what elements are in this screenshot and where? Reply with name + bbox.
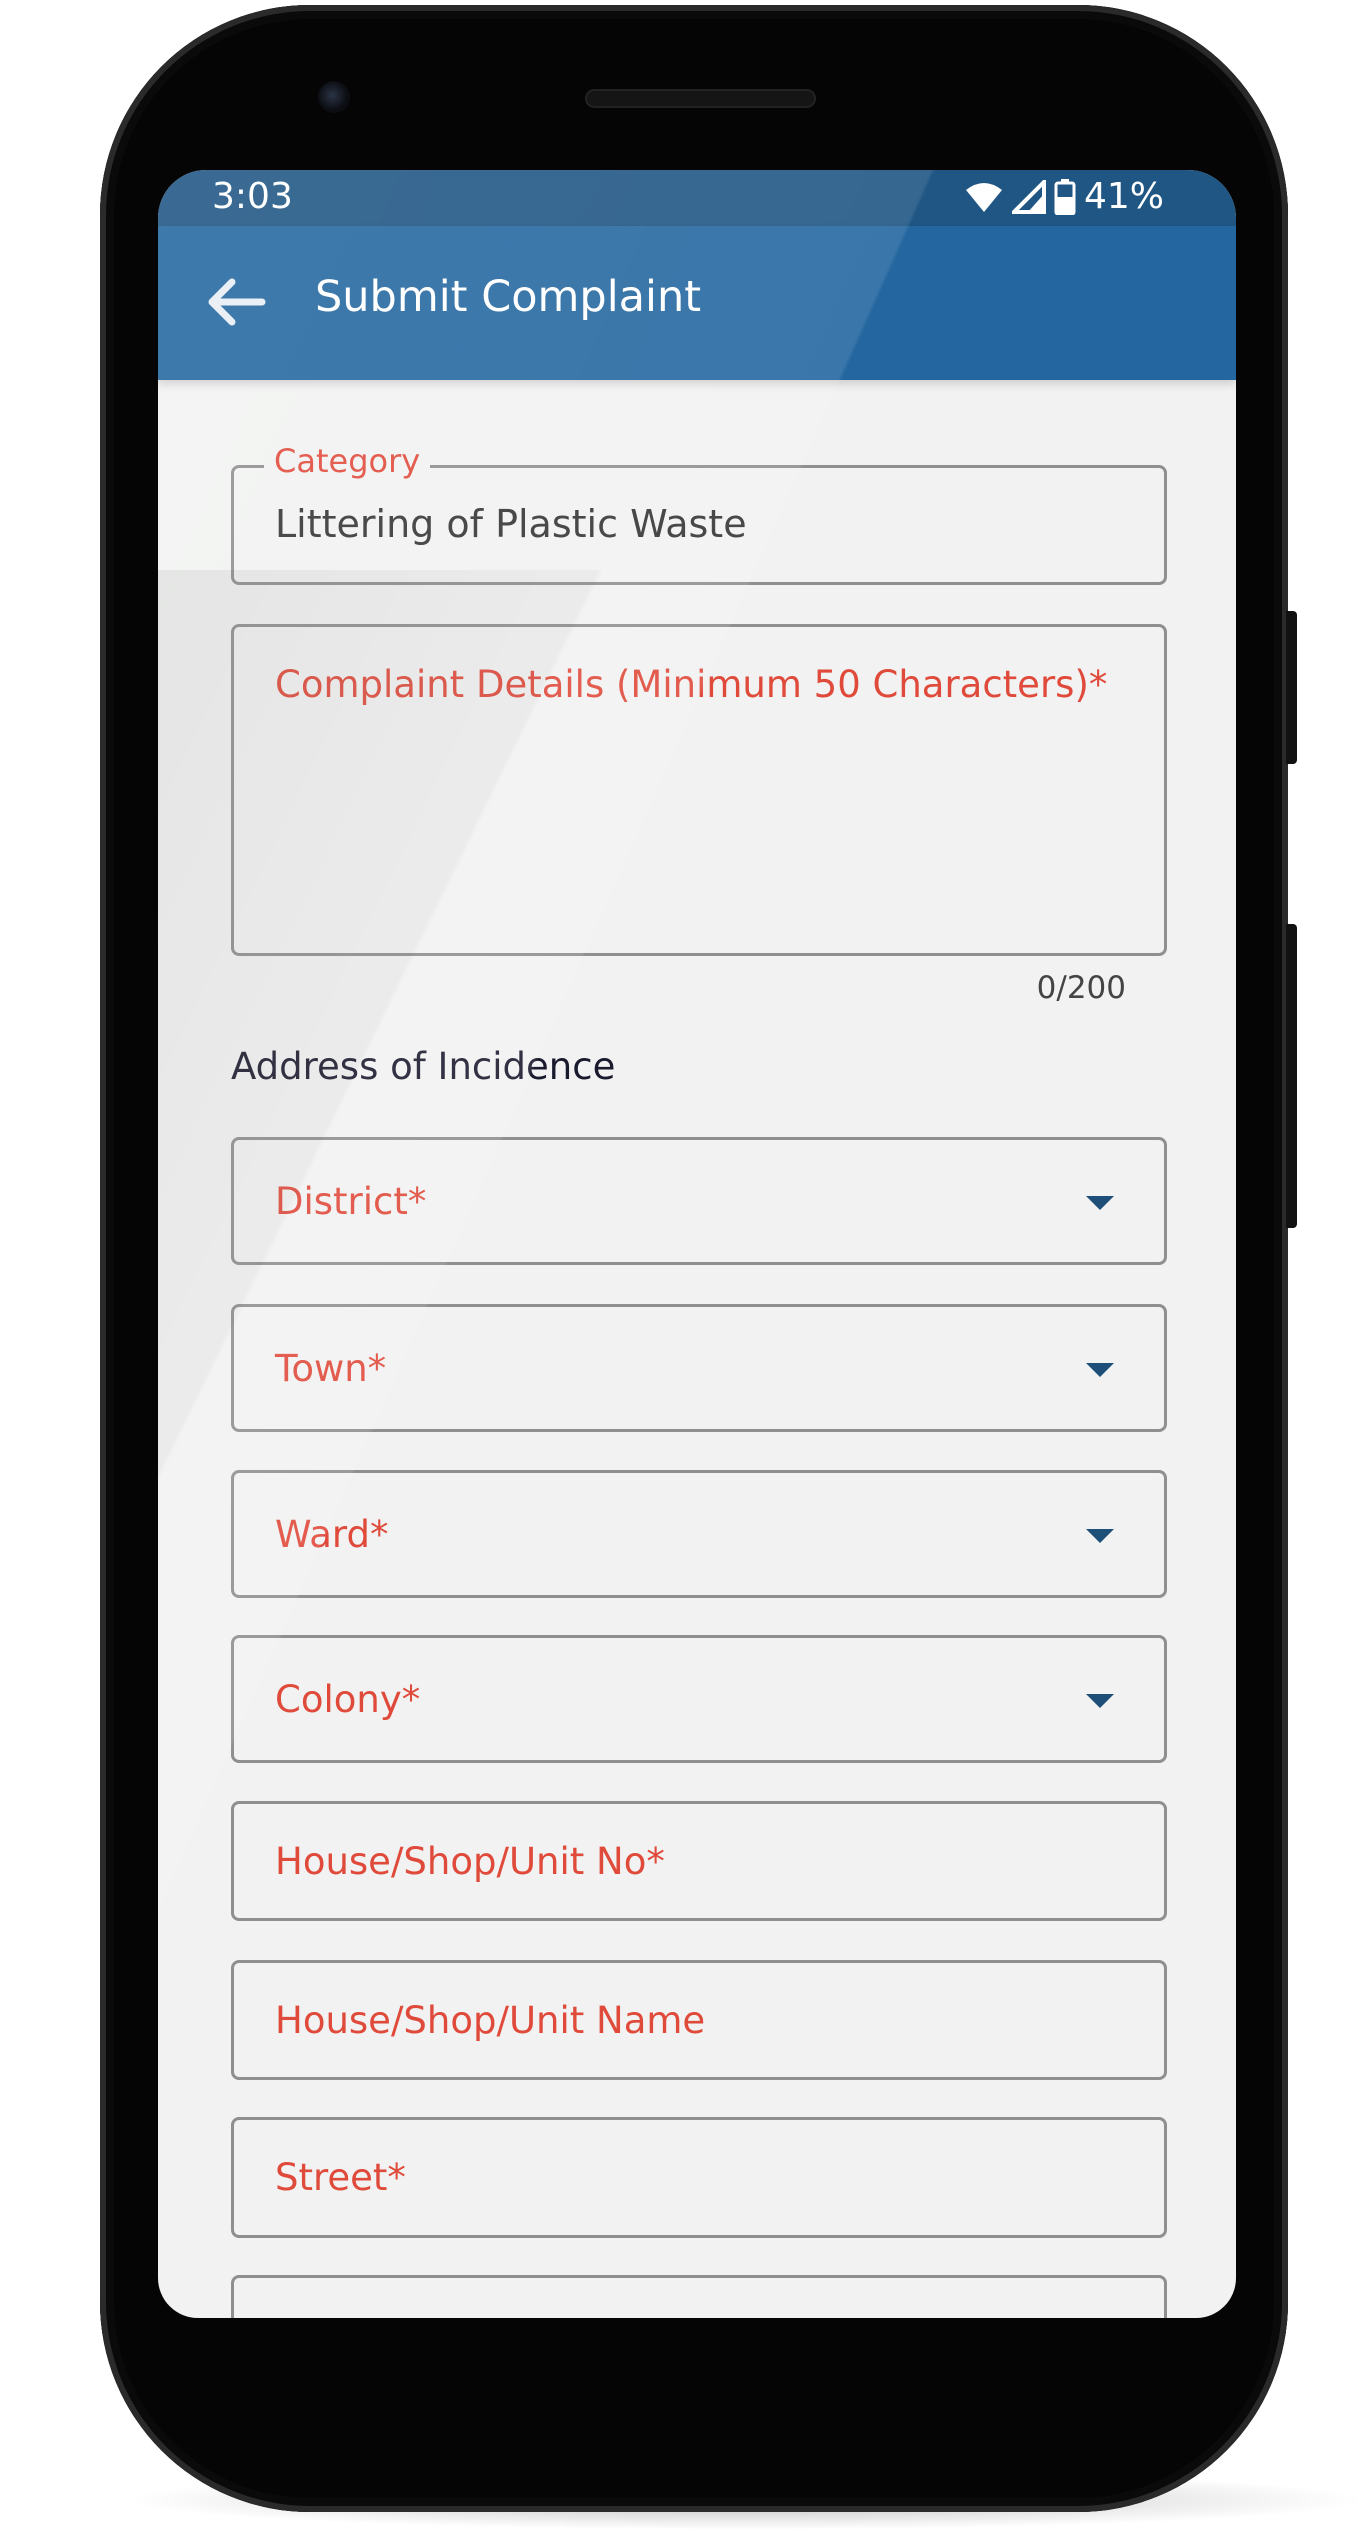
battery-percent: 41% <box>1083 176 1164 217</box>
ward-dropdown[interactable]: Ward* <box>231 1470 1167 1598</box>
street-input[interactable]: Street* <box>231 2117 1167 2238</box>
chevron-down-icon <box>1086 1363 1114 1377</box>
arrow-left-icon[interactable] <box>204 274 268 330</box>
complaint-details-textarea[interactable]: Complaint Details (Minimum 50 Characters… <box>231 624 1167 956</box>
earpiece-speaker <box>585 89 816 108</box>
status-time: 3:03 <box>212 176 293 217</box>
power-button <box>1286 611 1297 764</box>
chevron-down-icon <box>1086 1694 1114 1708</box>
house-name-input[interactable]: House/Shop/Unit Name <box>231 1960 1167 2080</box>
complaint-details-placeholder: Complaint Details (Minimum 50 Characters… <box>275 663 1108 706</box>
category-label: Category <box>264 442 431 480</box>
front-camera <box>318 81 350 113</box>
volume-button <box>1286 924 1297 1228</box>
house-name-label: House/Shop/Unit Name <box>275 1999 706 2042</box>
character-counter: 0/200 <box>1036 970 1126 1006</box>
district-dropdown[interactable]: District* <box>231 1137 1167 1265</box>
page-title: Submit Complaint <box>315 272 702 322</box>
town-dropdown[interactable]: Town* <box>231 1304 1167 1432</box>
battery-icon <box>1054 178 1076 215</box>
colony-dropdown[interactable]: Colony* <box>231 1635 1167 1763</box>
app-bar: Submit Complaint <box>158 226 1236 380</box>
screen: 3:03 41% Submit Complaint Category Litte… <box>158 170 1236 2318</box>
signal-icon <box>1011 179 1046 214</box>
street-label: Street* <box>275 2156 406 2199</box>
house-number-input[interactable]: House/Shop/Unit No* <box>231 1801 1167 1921</box>
address-heading: Address of Incidence <box>231 1045 616 1088</box>
colony-label: Colony* <box>275 1678 421 1721</box>
town-label: Town* <box>275 1347 387 1390</box>
house-number-label: House/Shop/Unit No* <box>275 1840 665 1883</box>
category-field[interactable]: Category Littering of Plastic Waste <box>231 442 1167 585</box>
district-label: District* <box>275 1180 427 1223</box>
category-value: Littering of Plastic Waste <box>275 502 747 546</box>
status-bar: 3:03 41% <box>158 170 1236 226</box>
next-input-partial[interactable] <box>231 2275 1167 2318</box>
ward-label: Ward* <box>275 1513 389 1556</box>
chevron-down-icon <box>1086 1196 1114 1210</box>
status-icons: 41% <box>964 176 1164 217</box>
chevron-down-icon <box>1086 1529 1114 1543</box>
wifi-icon <box>965 182 1002 212</box>
